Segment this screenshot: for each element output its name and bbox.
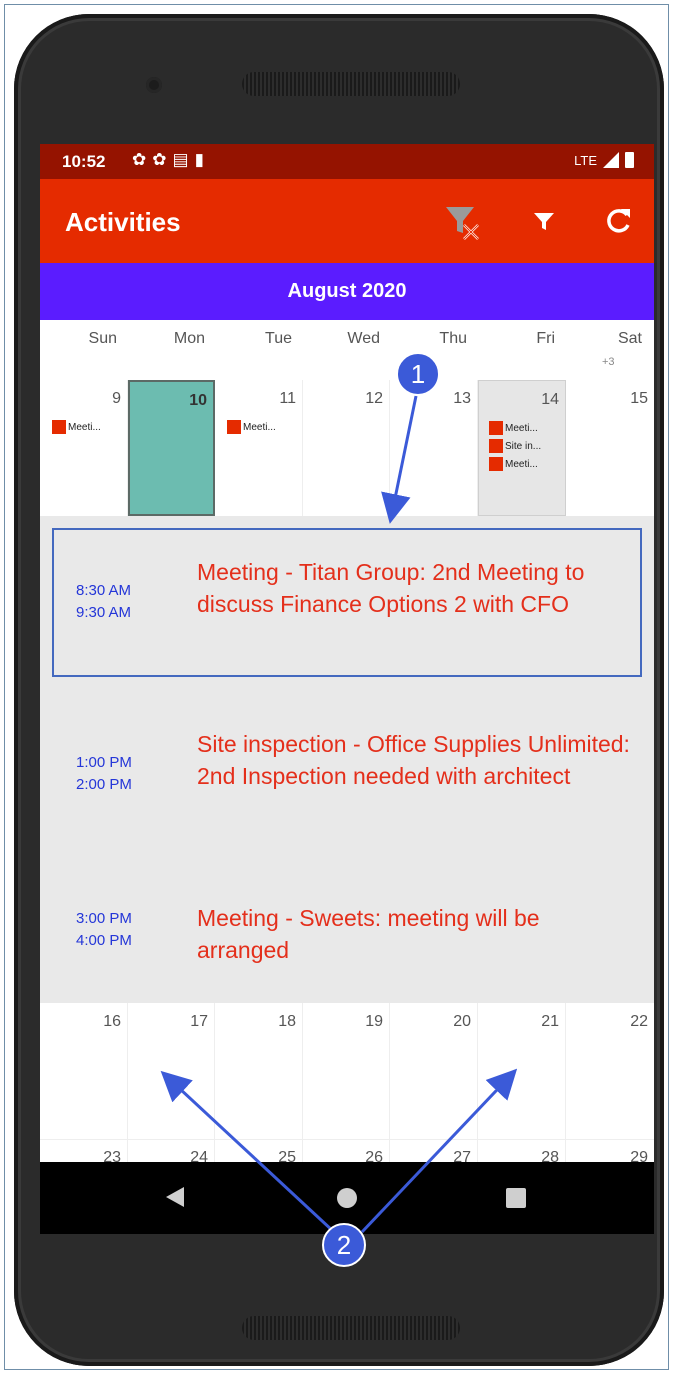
weekday-thu: Thu xyxy=(439,330,467,347)
day-cell-selected[interactable]: 14 Meeti... Site in... Meeti... xyxy=(478,380,566,516)
month-header[interactable]: August 2020 xyxy=(40,263,654,320)
day-cell[interactable]: 17 xyxy=(128,1003,215,1139)
signal-icon xyxy=(603,152,619,168)
event-chip[interactable]: Meeti... xyxy=(227,420,276,434)
day-number: 14 xyxy=(541,391,559,408)
calendar-week-row: 9 Meeti... 10 11 Meeti... 12 13 14 Meeti… xyxy=(40,380,654,516)
event-color-swatch xyxy=(489,421,503,435)
home-icon[interactable] xyxy=(337,1188,357,1208)
event-chip[interactable]: Meeti... xyxy=(489,421,538,435)
agenda-end-time: 9:30 AM xyxy=(76,604,132,621)
status-right: LTE xyxy=(574,152,634,168)
day-number: 12 xyxy=(365,390,383,407)
filter-icon[interactable] xyxy=(522,199,566,243)
agenda-times: 8:30 AM 9:30 AM xyxy=(76,580,131,624)
agenda-item[interactable]: 3:00 PM 4:00 PM Meeting - Sweets: meetin… xyxy=(40,862,654,1003)
event-chip-label: Site in... xyxy=(505,440,542,452)
day-cell[interactable]: 15 xyxy=(566,380,654,516)
callout-badge-2: 2 xyxy=(322,1223,366,1267)
weekday-tue: Tue xyxy=(265,330,292,347)
agenda-description: Meeting - Sweets: meeting will be arrang… xyxy=(197,905,540,963)
day-number: 11 xyxy=(279,390,296,407)
weekday-fri: Fri xyxy=(536,330,555,347)
event-chip-label: Meeti... xyxy=(505,422,538,434)
agenda-description: Meeting - Titan Group: 2nd Meeting to di… xyxy=(197,559,585,617)
day-cell[interactable]: 12 xyxy=(303,380,390,516)
day-number: 19 xyxy=(365,1013,383,1030)
event-chip[interactable]: Meeti... xyxy=(489,457,538,471)
card-icon: ▤ xyxy=(172,150,195,169)
top-speaker xyxy=(242,72,460,96)
day-cell[interactable]: 20 xyxy=(390,1003,478,1139)
day-number: 15 xyxy=(630,390,648,407)
event-color-swatch xyxy=(489,439,503,453)
event-chip-label: Meeti... xyxy=(505,458,538,470)
day-cell[interactable]: 18 xyxy=(215,1003,303,1139)
bottom-speaker xyxy=(242,1316,460,1340)
day-number: 21 xyxy=(541,1013,559,1030)
day-number: 16 xyxy=(103,1013,121,1030)
day-cell[interactable]: 19 xyxy=(303,1003,390,1139)
weekday-mon: Mon xyxy=(173,330,205,347)
agenda-start-time: 8:30 AM xyxy=(76,582,132,599)
event-color-swatch xyxy=(489,457,503,471)
day-number: 18 xyxy=(278,1013,296,1030)
agenda-end-time: 4:00 PM xyxy=(76,932,132,949)
network-label: LTE xyxy=(574,152,597,168)
agenda-end-time: 2:00 PM xyxy=(76,776,132,793)
status-notification-icons: ✿✿▤▮ xyxy=(132,150,210,170)
event-chip-label: Meeti... xyxy=(243,421,276,433)
event-chip[interactable]: Site in... xyxy=(489,439,541,453)
weekday-sat: Sat xyxy=(617,330,642,347)
refresh-icon[interactable] xyxy=(596,199,640,243)
agenda-times: 1:00 PM 2:00 PM xyxy=(76,752,132,796)
day-cell[interactable]: 11 Meeti... xyxy=(215,380,303,516)
sd-card-icon: ▮ xyxy=(194,150,210,169)
page-title: Activities xyxy=(65,207,181,237)
weekday-sun: Sun xyxy=(88,330,117,347)
battery-icon xyxy=(625,152,634,168)
day-cell[interactable]: 16 xyxy=(40,1003,128,1139)
calendar-week-row: 16 17 18 19 20 21 22 xyxy=(40,1003,654,1140)
callout-badge-1: 1 xyxy=(396,352,440,396)
agenda-times: 3:00 PM 4:00 PM xyxy=(76,908,132,952)
app-toolbar: Activities xyxy=(40,179,654,263)
recent-apps-icon[interactable] xyxy=(506,1188,526,1208)
day-number: 20 xyxy=(453,1013,471,1030)
day-cell-today[interactable]: 10 xyxy=(128,380,215,516)
agenda-item[interactable]: 8:30 AM 9:30 AM Meeting - Titan Group: 2… xyxy=(40,516,654,689)
agenda-item[interactable]: 1:00 PM 2:00 PM Site inspection - Office… xyxy=(40,688,654,863)
gear-icon: ✿ xyxy=(132,150,153,169)
weekday-wed: Wed xyxy=(347,330,380,347)
event-color-swatch xyxy=(227,420,241,434)
status-bar: 10:52 ✿✿▤▮ LTE xyxy=(40,144,654,179)
day-number: 13 xyxy=(453,390,471,407)
day-cell[interactable]: 9 Meeti... xyxy=(40,380,128,516)
back-icon[interactable] xyxy=(166,1187,184,1207)
event-chip[interactable]: Meeti... xyxy=(52,420,101,434)
day-cell[interactable]: 21 xyxy=(478,1003,566,1139)
clear-filter-icon[interactable] xyxy=(440,199,484,243)
day-number: 22 xyxy=(630,1013,648,1030)
weekday-header-row: Sun Mon Tue Wed Thu Fri Sat +3 xyxy=(40,320,654,380)
event-color-swatch xyxy=(52,420,66,434)
day-cell[interactable]: 13 xyxy=(390,380,478,516)
event-chip-label: Meeti... xyxy=(68,421,101,433)
app-screen: 10:52 ✿✿▤▮ LTE Activities August 2020 Su… xyxy=(40,144,654,1234)
day-number: 10 xyxy=(189,392,207,409)
agenda-start-time: 3:00 PM xyxy=(76,910,132,927)
agenda-start-time: 1:00 PM xyxy=(76,754,132,771)
front-camera xyxy=(146,77,162,93)
more-events-count[interactable]: +3 xyxy=(602,356,615,368)
agenda-description: Site inspection - Office Supplies Unlimi… xyxy=(197,731,630,789)
status-time: 10:52 xyxy=(62,152,106,171)
day-number: 9 xyxy=(112,390,121,407)
day-number: 17 xyxy=(190,1013,208,1030)
gear-icon: ✿ xyxy=(152,150,173,169)
day-cell[interactable]: 22 xyxy=(566,1003,654,1139)
